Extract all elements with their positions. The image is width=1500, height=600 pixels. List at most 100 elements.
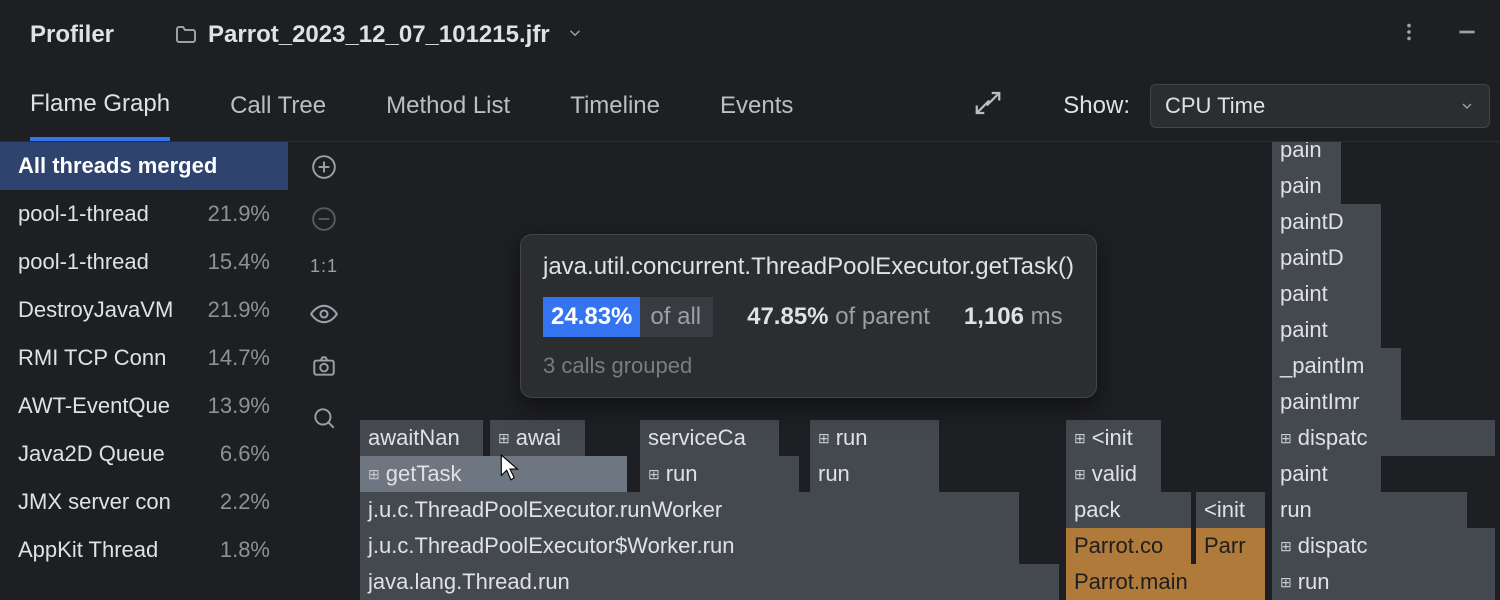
folder-icon xyxy=(174,23,198,47)
eye-icon[interactable] xyxy=(309,299,339,329)
flame-frame[interactable]: run xyxy=(810,456,940,492)
expand-icon: ⊞ xyxy=(1280,430,1292,447)
flame-frame-label: valid xyxy=(1092,461,1137,487)
remove-icon[interactable] xyxy=(309,204,339,234)
tab-events[interactable]: Events xyxy=(720,70,793,141)
thread-pct: 6.6% xyxy=(220,441,270,467)
thread-row[interactable]: All threads merged xyxy=(0,142,288,190)
expand-icon: ⊞ xyxy=(368,466,380,483)
flame-frame[interactable]: pain xyxy=(1272,142,1342,168)
tab-timeline[interactable]: Timeline xyxy=(570,70,660,141)
thread-row[interactable]: Java2D Queue 6.6% xyxy=(0,430,288,478)
flame-frame-label: paintD xyxy=(1280,209,1344,235)
flame-frame[interactable]: java.lang.Thread.run xyxy=(360,564,1060,600)
show-label: Show: xyxy=(1063,92,1130,120)
flame-frame-label: dispatc xyxy=(1298,533,1368,559)
flame-frame[interactable]: paintImr xyxy=(1272,384,1402,420)
chevron-down-icon xyxy=(566,21,584,49)
thread-name: AppKit Thread xyxy=(18,537,158,563)
thread-row[interactable]: DestroyJavaVM 21.9% xyxy=(0,286,288,334)
flame-frame[interactable]: paint xyxy=(1272,276,1382,312)
thread-name: JMX server con xyxy=(18,489,171,515)
flame-frame-label: run xyxy=(1280,497,1312,523)
tab-bar: Flame Graph Call Tree Method List Timeli… xyxy=(0,70,1500,142)
flame-frame-label: run xyxy=(836,425,868,451)
tab-flame-graph[interactable]: Flame Graph xyxy=(30,70,170,141)
thread-name: RMI TCP Conn xyxy=(18,345,166,371)
flame-frame[interactable]: j.u.c.ThreadPoolExecutor.runWorker xyxy=(360,492,1020,528)
zoom-ratio[interactable]: 1:1 xyxy=(310,256,338,277)
flame-frame[interactable]: paint xyxy=(1272,312,1382,348)
flame-frame-label: awaitNan xyxy=(368,425,460,451)
flame-frame-label: pain xyxy=(1280,173,1322,199)
tab-method-list[interactable]: Method List xyxy=(386,70,510,141)
flame-frame[interactable]: _paintIm xyxy=(1272,348,1402,384)
flame-frame[interactable]: ⊞run xyxy=(810,420,940,456)
expand-icon: ⊞ xyxy=(498,430,510,447)
flame-toolbar: 1:1 xyxy=(288,142,360,600)
flame-frame-label: run xyxy=(666,461,698,487)
thread-pct: 14.7% xyxy=(208,345,270,371)
minimize-icon[interactable] xyxy=(1454,19,1480,51)
thread-name: DestroyJavaVM xyxy=(18,297,173,323)
flame-frame[interactable]: ⊞dispatc xyxy=(1272,420,1496,456)
file-breadcrumb[interactable]: Parrot_2023_12_07_101215.jfr xyxy=(174,21,584,49)
flame-frame[interactable]: ⊞ awai xyxy=(490,420,586,456)
show-value: CPU Time xyxy=(1165,93,1265,119)
tab-call-tree[interactable]: Call Tree xyxy=(230,70,326,141)
expand-icon: ⊞ xyxy=(1074,430,1086,447)
expand-icon: ⊞ xyxy=(1280,574,1292,591)
flame-frame[interactable]: awaitNan xyxy=(360,420,484,456)
flame-frame[interactable]: ⊞<init xyxy=(1066,420,1162,456)
flame-frame[interactable]: Parrot.main xyxy=(1066,564,1266,600)
flame-frame[interactable]: ⊞ valid xyxy=(1066,456,1162,492)
thread-pct: 21.9% xyxy=(208,297,270,323)
add-icon[interactable] xyxy=(309,152,339,182)
flame-graph[interactable]: java.util.concurrent.ThreadPoolExecutor.… xyxy=(360,142,1500,600)
flame-frame-label: Parr xyxy=(1204,533,1246,559)
flame-frame[interactable]: serviceCa xyxy=(640,420,780,456)
flame-frame-label: Parrot.main xyxy=(1074,569,1188,595)
thread-name: Java2D Queue xyxy=(18,441,165,467)
flame-frame-label: serviceCa xyxy=(648,425,746,451)
more-icon[interactable] xyxy=(1398,21,1420,49)
flame-frame-label: <init xyxy=(1204,497,1245,523)
flame-frame[interactable]: paintD xyxy=(1272,204,1382,240)
flame-frame[interactable]: ⊞getTask xyxy=(360,456,628,492)
flame-frame[interactable]: pain xyxy=(1272,168,1342,204)
thread-pct: 21.9% xyxy=(208,201,270,227)
flame-frame[interactable]: pack xyxy=(1066,492,1192,528)
flame-frame[interactable]: paint xyxy=(1272,456,1382,492)
thread-row[interactable]: pool-1-thread21.9% xyxy=(0,190,288,238)
thread-row[interactable]: AWT-EventQue13.9% xyxy=(0,382,288,430)
flame-frame-label: paint xyxy=(1280,317,1328,343)
file-name: Parrot_2023_12_07_101215.jfr xyxy=(208,21,550,49)
flame-frame-label: paintImr xyxy=(1280,389,1359,415)
thread-name: pool-1-thread xyxy=(18,249,149,275)
flame-frame-label: awai xyxy=(516,425,561,451)
thread-row[interactable]: AppKit Thread1.8% xyxy=(0,526,288,574)
flame-frame-label: paint xyxy=(1280,281,1328,307)
thread-row[interactable]: pool-1-thread15.4% xyxy=(0,238,288,286)
expand-icon: ⊞ xyxy=(1074,466,1086,483)
focus-icon[interactable] xyxy=(973,88,1003,124)
thread-row[interactable]: RMI TCP Conn 14.7% xyxy=(0,334,288,382)
search-icon[interactable] xyxy=(309,403,339,433)
flame-frame[interactable]: Parr xyxy=(1196,528,1266,564)
flame-frame[interactable]: paintD xyxy=(1272,240,1382,276)
flame-frame-label: pack xyxy=(1074,497,1120,523)
flame-frame[interactable]: Parrot.co xyxy=(1066,528,1192,564)
show-dropdown[interactable]: CPU Time xyxy=(1150,84,1490,128)
tooltip-pct-parent: 47.85% of parent xyxy=(747,303,930,331)
flame-frame[interactable]: ⊞run xyxy=(640,456,800,492)
thread-row[interactable]: JMX server con2.2% xyxy=(0,478,288,526)
flame-frame-label: paint xyxy=(1280,461,1328,487)
flame-frame-label: java.lang.Thread.run xyxy=(368,569,570,595)
flame-frame[interactable]: ⊞run xyxy=(1272,564,1496,600)
flame-frame[interactable]: run xyxy=(1272,492,1468,528)
flame-frame[interactable]: ⊞dispatc xyxy=(1272,528,1496,564)
flame-frame[interactable]: j.u.c.ThreadPoolExecutor$Worker.run xyxy=(360,528,1020,564)
camera-icon[interactable] xyxy=(309,351,339,381)
flame-tooltip: java.util.concurrent.ThreadPoolExecutor.… xyxy=(520,234,1097,398)
flame-frame[interactable]: <init xyxy=(1196,492,1266,528)
